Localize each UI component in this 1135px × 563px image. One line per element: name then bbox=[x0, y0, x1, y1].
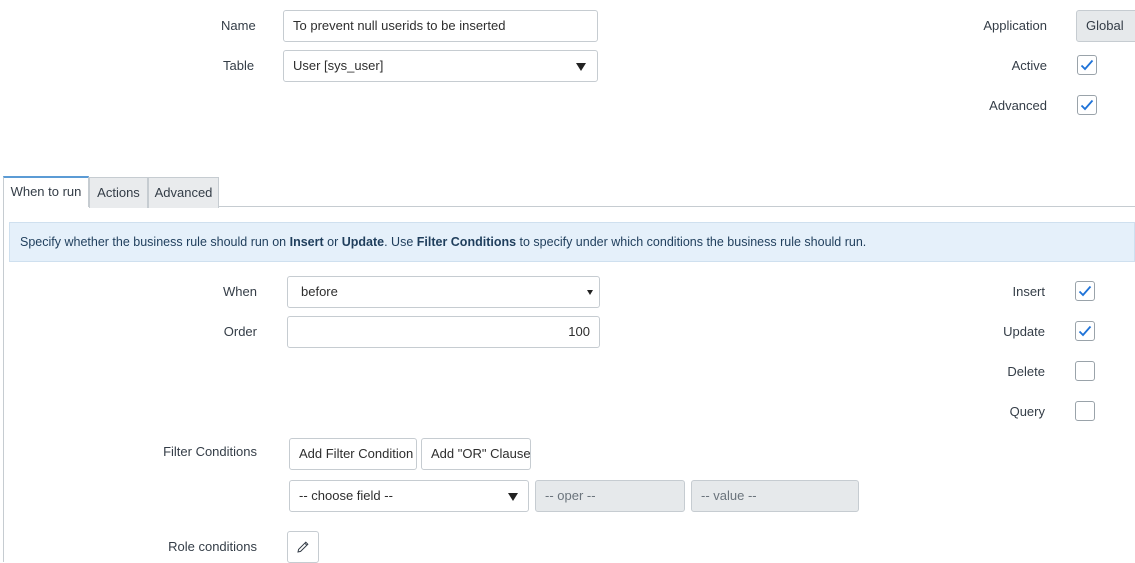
info-banner: Specify whether the business rule should… bbox=[9, 222, 1135, 262]
filter-conditions-label: Filter Conditions bbox=[163, 444, 257, 459]
insert-label: Insert bbox=[1012, 284, 1045, 299]
banner-text: . Use bbox=[384, 235, 417, 249]
add-or-clause-button[interactable]: Add "OR" Clause bbox=[421, 438, 531, 470]
application-label: Application bbox=[983, 18, 1047, 33]
panel-border bbox=[3, 206, 4, 562]
insert-checkbox[interactable] bbox=[1075, 281, 1095, 301]
choose-field-select[interactable]: -- choose field -- bbox=[289, 480, 529, 512]
update-checkbox[interactable] bbox=[1075, 321, 1095, 341]
value-input: -- value -- bbox=[691, 480, 859, 512]
banner-insert: Insert bbox=[289, 235, 324, 249]
table-label: Table bbox=[223, 58, 255, 73]
delete-label: Delete bbox=[1007, 364, 1045, 379]
query-checkbox[interactable] bbox=[1075, 401, 1095, 421]
checkmark-icon bbox=[1078, 325, 1092, 337]
pencil-icon bbox=[297, 541, 309, 553]
name-label: Name bbox=[221, 18, 256, 33]
advanced-label: Advanced bbox=[989, 98, 1047, 113]
edit-role-conditions-button[interactable] bbox=[287, 531, 319, 563]
delete-checkbox[interactable] bbox=[1075, 361, 1095, 381]
chevron-down-icon bbox=[587, 290, 593, 295]
banner-text: to specify under which conditions the bu… bbox=[516, 235, 867, 249]
table-select-value: User [sys_user] bbox=[293, 58, 384, 73]
table-select[interactable]: User [sys_user] bbox=[283, 50, 598, 82]
checkmark-icon bbox=[1080, 59, 1094, 71]
checkmark-icon bbox=[1080, 99, 1094, 111]
banner-text: or bbox=[323, 235, 342, 249]
update-label: Update bbox=[1003, 324, 1045, 339]
when-select-value: before bbox=[301, 284, 338, 299]
choose-field-value: -- choose field -- bbox=[299, 488, 393, 503]
order-label: Order bbox=[223, 324, 257, 339]
name-input[interactable]: To prevent null userids to be inserted bbox=[283, 10, 598, 42]
active-label: Active bbox=[1011, 58, 1047, 73]
query-label: Query bbox=[1009, 404, 1045, 419]
when-label: When bbox=[223, 284, 257, 299]
order-input[interactable]: 100 bbox=[287, 316, 600, 348]
chevron-down-icon bbox=[576, 63, 586, 71]
banner-filter: Filter Conditions bbox=[416, 235, 517, 249]
chevron-down-icon bbox=[508, 493, 518, 501]
tab-when-to-run[interactable]: When to run bbox=[3, 176, 89, 207]
tab-advanced[interactable]: Advanced bbox=[148, 177, 219, 208]
role-conditions-label: Role conditions bbox=[168, 539, 257, 554]
oper-select: -- oper -- bbox=[535, 480, 685, 512]
advanced-checkbox[interactable] bbox=[1077, 95, 1097, 115]
tab-actions[interactable]: Actions bbox=[89, 177, 148, 208]
checkmark-icon bbox=[1078, 285, 1092, 297]
banner-update: Update bbox=[341, 235, 385, 249]
banner-text: Specify whether the business rule should… bbox=[20, 235, 290, 249]
when-select[interactable]: before bbox=[287, 276, 600, 308]
application-field: Global bbox=[1076, 10, 1135, 42]
active-checkbox[interactable] bbox=[1077, 55, 1097, 75]
add-filter-condition-button[interactable]: Add Filter Condition bbox=[289, 438, 417, 470]
